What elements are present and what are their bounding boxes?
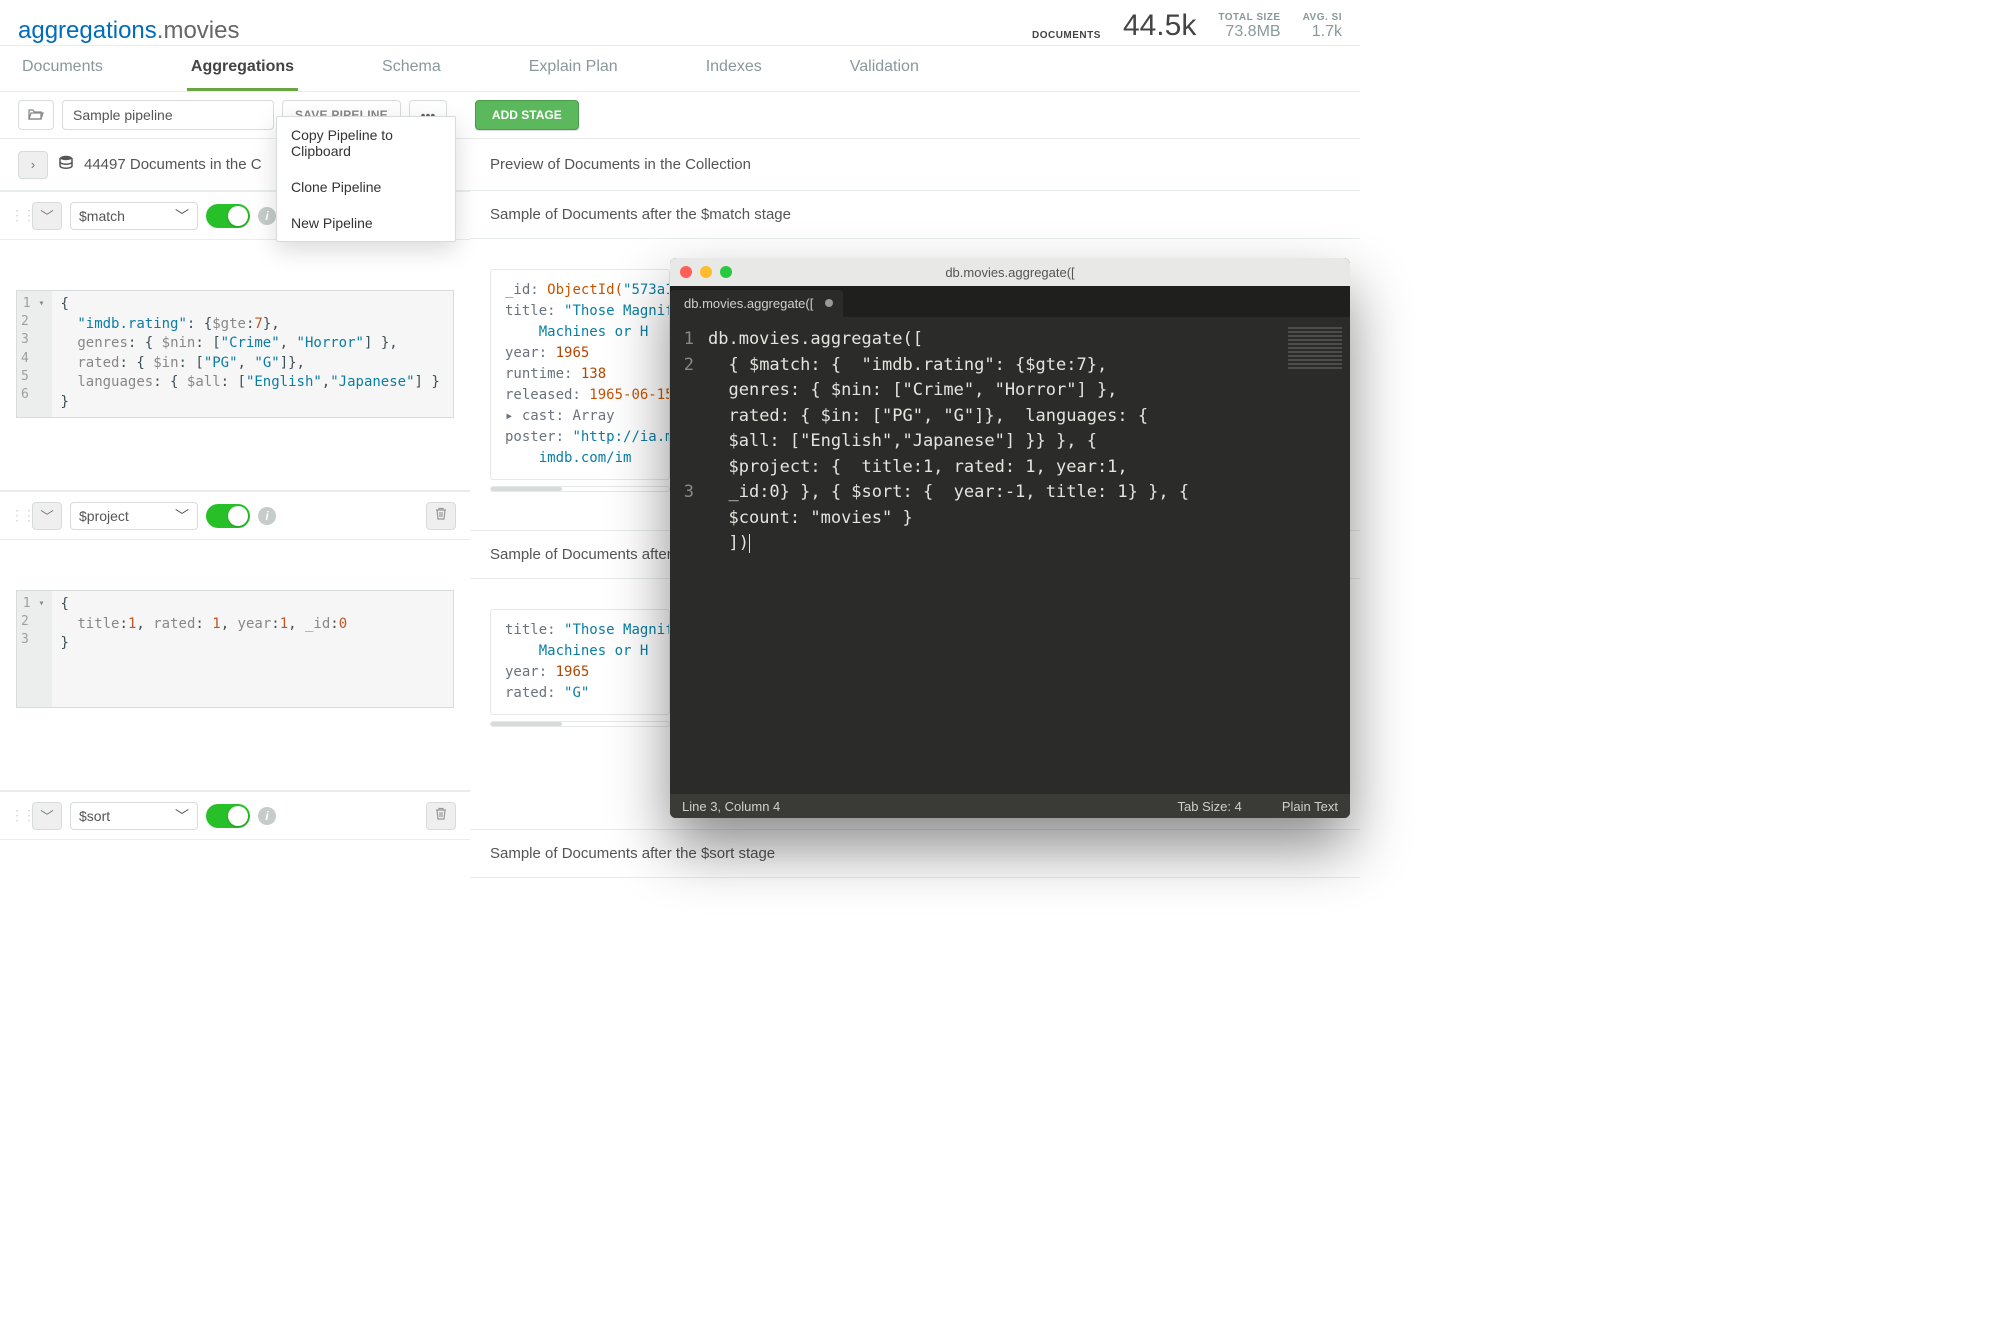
minimap-icon[interactable] xyxy=(1288,327,1342,371)
editor-code[interactable]: { title:1, rated: 1, year:1, _id:0 } xyxy=(52,591,355,707)
stage-operator-value: $match xyxy=(79,208,125,224)
open-pipeline-button[interactable] xyxy=(18,100,54,130)
stage-operator-value: $sort xyxy=(79,808,110,824)
stage-enabled-toggle[interactable] xyxy=(206,504,250,528)
chevron-down-icon: ﹀ xyxy=(175,506,189,526)
breadcrumb: aggregations.movies xyxy=(18,17,239,45)
editor-line-gutter: 1 2 3 xyxy=(670,317,702,794)
stage-operator-select[interactable]: $match ﹀ xyxy=(70,202,198,230)
tab-validation[interactable]: Validation xyxy=(846,46,923,91)
folder-open-icon xyxy=(28,107,44,124)
editor-code-area[interactable]: db.movies.aggregate([ { $match: { "imdb.… xyxy=(702,317,1350,794)
editor-titlebar[interactable]: db.movies.aggregate([ xyxy=(670,258,1350,286)
stage-operator-select[interactable]: $project ﹀ xyxy=(70,502,198,530)
add-stage-button[interactable]: ADD STAGE xyxy=(475,100,579,130)
preview-document[interactable]: _id: ObjectId("573a1 title: "Those Magni… xyxy=(490,269,670,480)
expand-documents-button[interactable]: › xyxy=(18,151,48,179)
stage-2: ⋮⋮⋮ ﹀ $project ﹀ i xyxy=(0,491,470,791)
stage-3-right: Sample of Documents after the $sort stag… xyxy=(470,830,1360,878)
trash-icon xyxy=(434,507,448,524)
stage-3: ⋮⋮⋮ ﹀ $sort ﹀ i xyxy=(0,791,470,840)
chevron-down-icon: ﹀ xyxy=(40,806,53,825)
tab-aggregations[interactable]: Aggregations xyxy=(187,46,298,91)
preview-scrollbar[interactable] xyxy=(490,721,670,727)
drag-handle-icon[interactable]: ⋮⋮⋮ xyxy=(10,507,24,524)
sample-label: Sample of Documents after the $sort stag… xyxy=(470,830,1360,878)
drag-handle-icon[interactable]: ⋮⋮⋮ xyxy=(10,807,24,824)
stat-total-size: TOTAL SIZE 73.8MB xyxy=(1218,12,1280,41)
chevron-right-icon: › xyxy=(31,157,35,172)
chevron-down-icon: ﹀ xyxy=(40,206,53,225)
collapse-stage-button[interactable]: ﹀ xyxy=(32,202,62,230)
stage-editor[interactable]: 1 ▾ 2 3 4 5 6 { "imdb.rating": {$gte:7},… xyxy=(16,290,454,418)
chevron-down-icon: ﹀ xyxy=(40,506,53,525)
stat-documents-value: 44.5k xyxy=(1123,11,1196,41)
tab-bar: Documents Aggregations Schema Explain Pl… xyxy=(0,46,1360,92)
collection-header: aggregations.movies DOCUMENTS 44.5k TOTA… xyxy=(0,0,1360,46)
stage-editor[interactable]: 1 ▾ 2 3 { title:1, rated: 1, year:1, _id… xyxy=(16,590,454,708)
editor-tab[interactable]: db.movies.aggregate([ xyxy=(670,290,843,317)
maximize-window-icon[interactable] xyxy=(720,266,732,278)
editor-code[interactable]: { "imdb.rating": {$gte:7}, genres: { $ni… xyxy=(52,291,447,417)
close-window-icon[interactable] xyxy=(680,266,692,278)
stat-avg-size: AVG. SI 1.7k xyxy=(1303,12,1342,41)
minimize-window-icon[interactable] xyxy=(700,266,712,278)
editor-tab-bar: db.movies.aggregate([ xyxy=(670,286,1350,317)
pipeline-more-dropdown: Copy Pipeline to Clipboard Clone Pipelin… xyxy=(276,116,456,242)
stage-operator-value: $project xyxy=(79,508,129,524)
documents-count-label: 44497 Documents in the C xyxy=(84,156,262,173)
dropdown-copy-pipeline[interactable]: Copy Pipeline to Clipboard xyxy=(277,117,455,169)
tab-documents[interactable]: Documents xyxy=(18,46,107,91)
preview-document[interactable]: title: "Those Magnif Machines or H year:… xyxy=(490,609,670,715)
stat-documents: DOCUMENTS xyxy=(1032,30,1101,41)
collapse-stage-button[interactable]: ﹀ xyxy=(32,802,62,830)
pipeline-column: › 44497 Documents in the C ⋮⋮⋮ ﹀ $match … xyxy=(0,139,470,878)
collapse-stage-button[interactable]: ﹀ xyxy=(32,502,62,530)
traffic-lights xyxy=(680,266,732,278)
info-icon[interactable]: i xyxy=(258,507,276,525)
database-icon xyxy=(58,155,74,175)
preview-header-label: Preview of Documents in the Collection xyxy=(490,156,751,173)
stage-enabled-toggle[interactable] xyxy=(206,204,250,228)
editor-status-bar: Line 3, Column 4 Tab Size: 4 Plain Text xyxy=(670,794,1350,818)
sample-label: Sample of Documents after the $match sta… xyxy=(470,191,1360,239)
editor-window-title: db.movies.aggregate([ xyxy=(670,265,1350,280)
text-cursor xyxy=(749,534,750,553)
trash-icon xyxy=(434,807,448,824)
chevron-down-icon: ﹀ xyxy=(175,806,189,826)
preview-scrollbar[interactable] xyxy=(490,486,670,492)
dropdown-new-pipeline[interactable]: New Pipeline xyxy=(277,205,455,241)
editor-gutter: 1 ▾ 2 3 xyxy=(17,591,52,707)
status-tab-size[interactable]: Tab Size: 4 xyxy=(1178,799,1242,814)
editor-body[interactable]: 1 2 3 db.movies.aggregate([ { $match: { … xyxy=(670,317,1350,794)
stage-operator-select[interactable]: $sort ﹀ xyxy=(70,802,198,830)
drag-handle-icon[interactable]: ⋮⋮⋮ xyxy=(10,207,24,224)
stage-enabled-toggle[interactable] xyxy=(206,804,250,828)
external-editor-window[interactable]: db.movies.aggregate([ db.movies.aggregat… xyxy=(670,258,1350,818)
preview-header-row: Preview of Documents in the Collection xyxy=(470,139,1360,191)
breadcrumb-collection: movies xyxy=(163,17,239,44)
tab-indexes[interactable]: Indexes xyxy=(702,46,766,91)
pipeline-toolbar: SAVE PIPELINE ••• ADD STAGE xyxy=(0,92,1360,139)
tab-explain-plan[interactable]: Explain Plan xyxy=(525,46,622,91)
breadcrumb-db[interactable]: aggregations xyxy=(18,17,157,44)
delete-stage-button[interactable] xyxy=(426,502,456,530)
dirty-indicator-icon xyxy=(825,299,833,307)
collection-stats: DOCUMENTS 44.5k TOTAL SIZE 73.8MB AVG. S… xyxy=(1032,11,1342,45)
editor-gutter: 1 ▾ 2 3 4 5 6 xyxy=(17,291,52,417)
tab-schema[interactable]: Schema xyxy=(378,46,445,91)
pipeline-name-input[interactable] xyxy=(62,100,274,130)
chevron-down-icon: ﹀ xyxy=(175,206,189,226)
dropdown-clone-pipeline[interactable]: Clone Pipeline xyxy=(277,169,455,205)
status-language[interactable]: Plain Text xyxy=(1282,799,1338,814)
info-icon[interactable]: i xyxy=(258,207,276,225)
delete-stage-button[interactable] xyxy=(426,802,456,830)
status-cursor-position: Line 3, Column 4 xyxy=(682,799,780,814)
info-icon[interactable]: i xyxy=(258,807,276,825)
